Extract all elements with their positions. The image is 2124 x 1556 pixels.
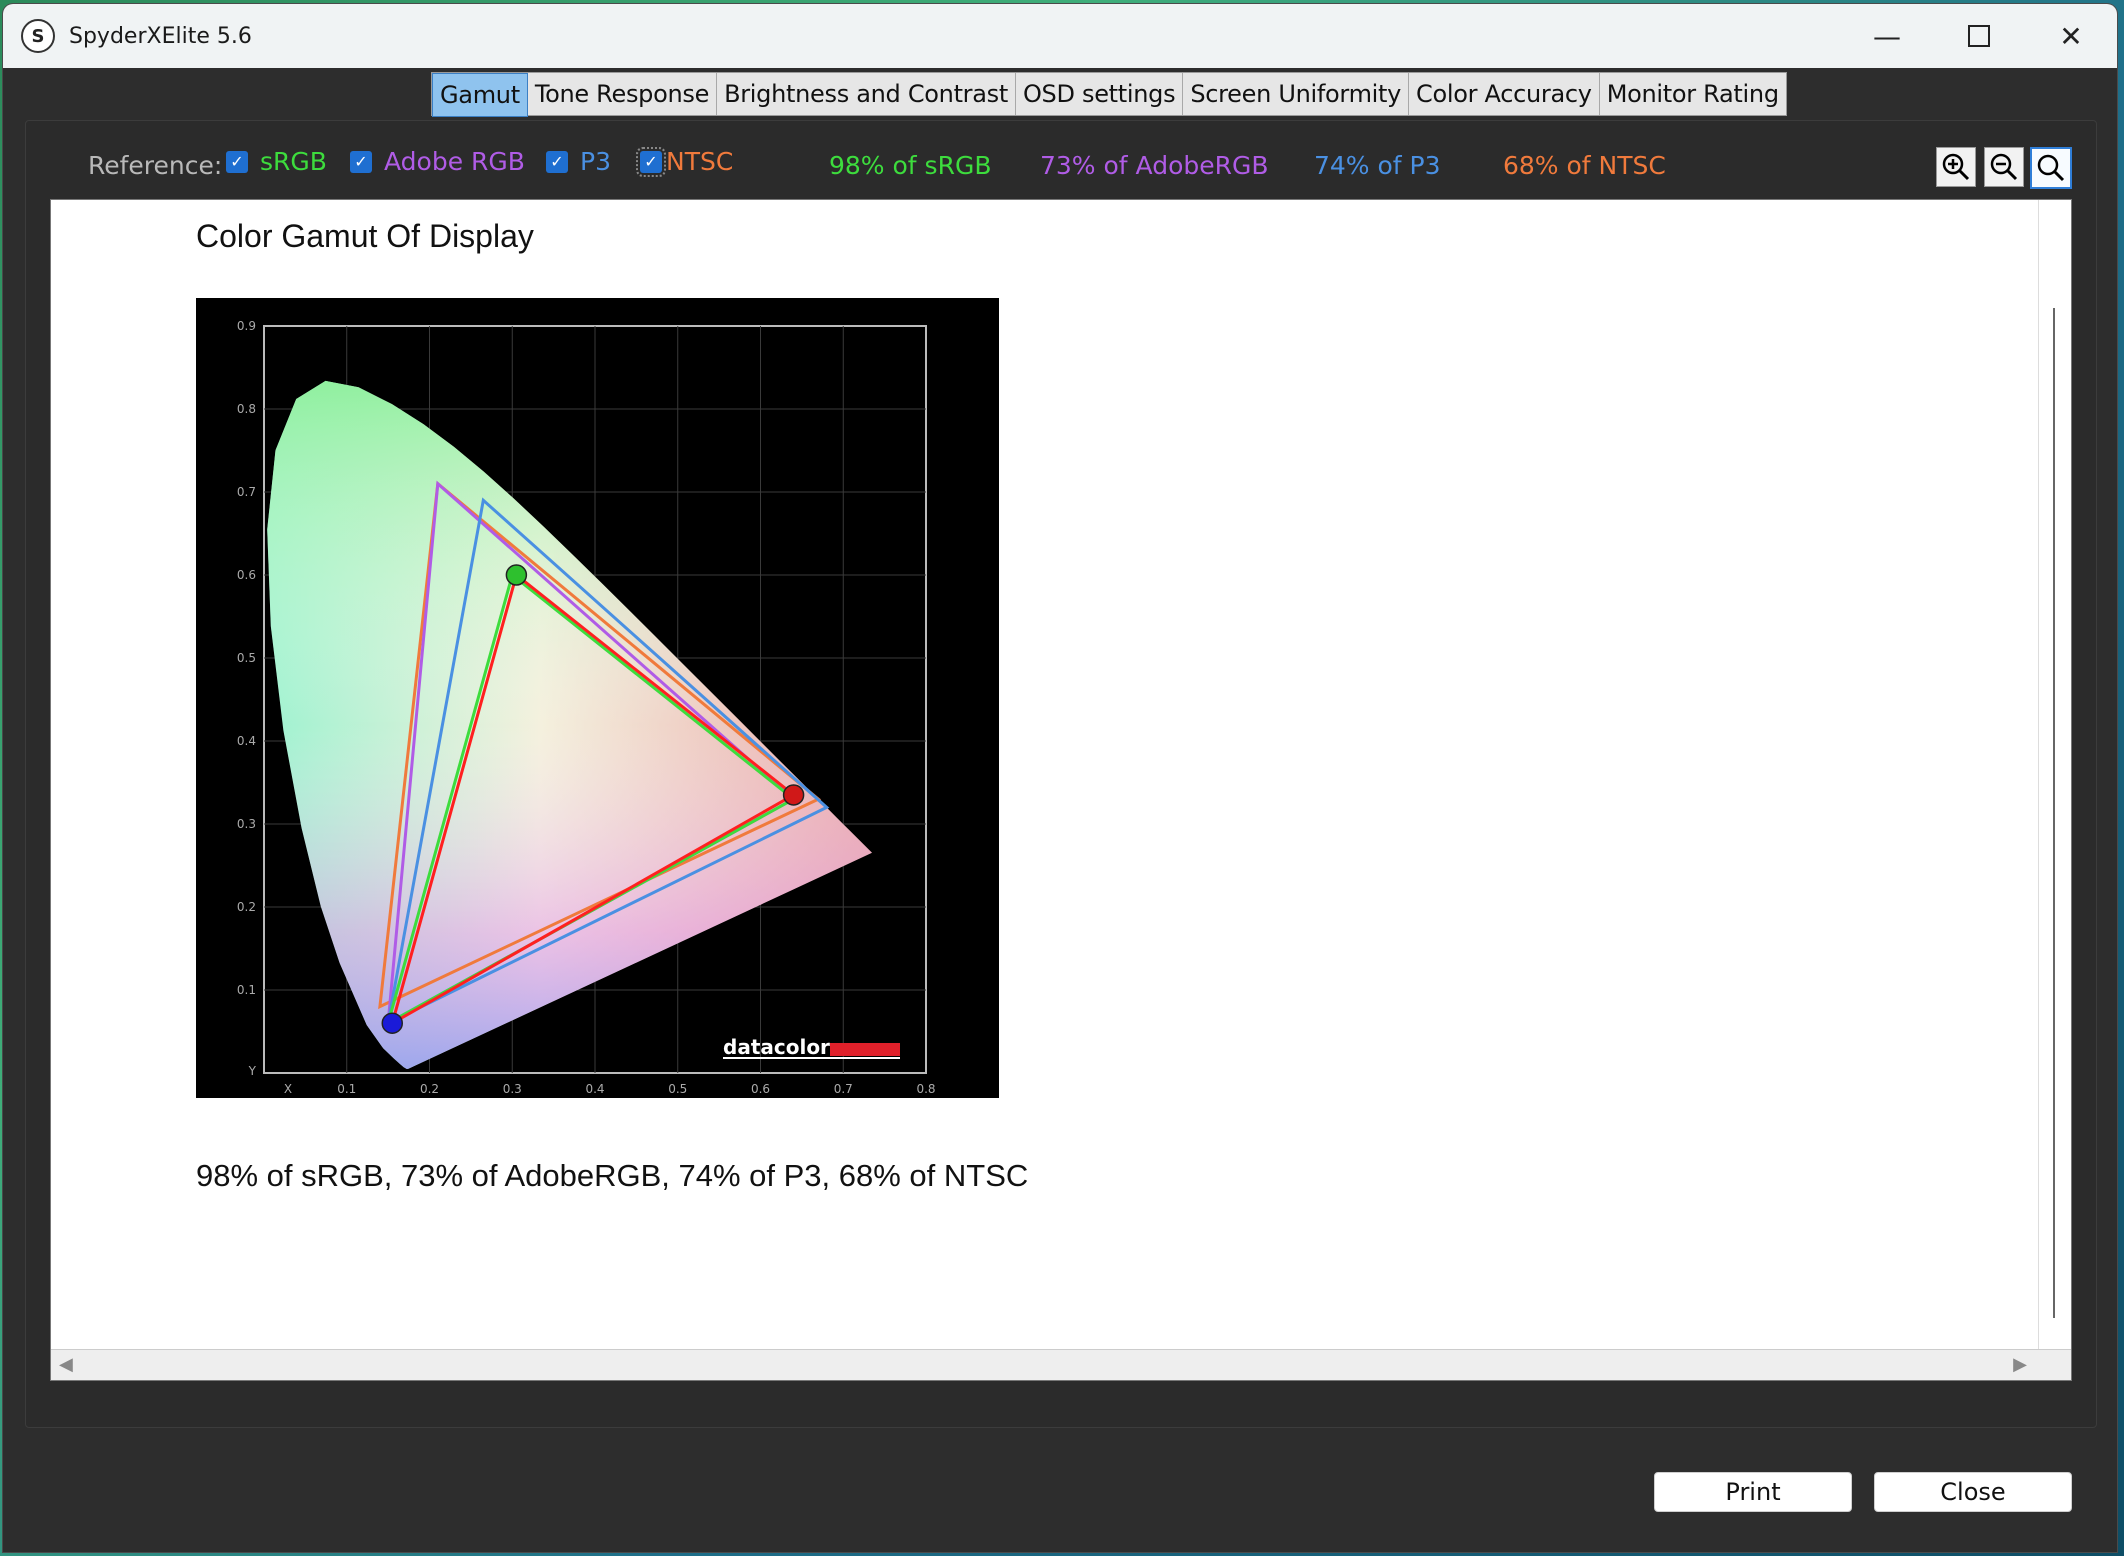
gamut-title: Color Gamut Of Display xyxy=(196,218,534,254)
primary-marker xyxy=(505,564,528,586)
window-title: SpyderXElite 5.6 xyxy=(69,23,252,49)
close-window-button[interactable]: ✕ xyxy=(2025,4,2117,68)
reference-label: Reference: xyxy=(88,151,223,180)
maximize-icon xyxy=(1968,25,1990,47)
minimize-icon: — xyxy=(1873,19,1901,53)
vertical-scroll-thumb[interactable] xyxy=(2053,308,2055,1318)
ref-p3-checkbox[interactable]: ✓ P3 xyxy=(546,147,611,176)
tab-monitor-rating[interactable]: Monitor Rating xyxy=(1600,73,1786,115)
maximize-button[interactable] xyxy=(1933,4,2025,68)
y-tick-label: 0.6 xyxy=(237,568,256,582)
gamut-chart: X 0.1 0.2 0.3 0.4 0.5 0.6 0.7 0.8 Y 0.1 0.2 0.3 0.4 0.… xyxy=(196,298,999,1098)
report-view[interactable]: Color Gamut Of Display X 0.1 0.2 0.3 0.4… xyxy=(50,199,2072,1381)
y-tick-label: 0.7 xyxy=(237,485,256,499)
close-icon: ✕ xyxy=(2059,19,2083,53)
ref-adobergb-label: Adobe RGB xyxy=(384,147,525,176)
checkbox-checked-icon: ✓ xyxy=(546,150,568,173)
primary-marker xyxy=(782,784,805,806)
primary-marker xyxy=(381,1012,404,1034)
x-tick-label: 0.8 xyxy=(916,1082,935,1096)
ref-ntsc-checkbox[interactable]: ✓ NTSC xyxy=(636,146,734,177)
gamut-panel: Reference: ✓ sRGB ✓ Adobe RGB ✓ P3 ✓ NTS… xyxy=(25,120,2097,1428)
minimize-button[interactable]: — xyxy=(1841,4,1933,68)
zoom-in-icon xyxy=(1942,153,1970,181)
vertical-scrollbar[interactable] xyxy=(2038,200,2069,1350)
tab-screen-uniformity[interactable]: Screen Uniformity xyxy=(1183,73,1410,115)
ref-srgb-checkbox[interactable]: ✓ sRGB xyxy=(226,147,327,176)
y-tick-label: 0.9 xyxy=(237,319,256,333)
scroll-left-arrow-icon[interactable]: ◀ xyxy=(59,1354,73,1375)
ref-ntsc-label: NTSC xyxy=(666,147,734,176)
x-tick-label: 0.7 xyxy=(834,1082,853,1096)
title-bar[interactable]: S SpyderXElite 5.6 — ✕ xyxy=(3,4,2117,68)
tab-osd-settings[interactable]: OSD settings xyxy=(1016,73,1184,115)
spectral-locus-overlay xyxy=(267,380,872,1069)
y-tick-label: 0.3 xyxy=(237,817,256,831)
ref-p3-label: P3 xyxy=(580,147,611,176)
x-tick-label: X xyxy=(284,1082,292,1096)
zoom-fit-button[interactable] xyxy=(2030,147,2072,189)
y-tick-label: 0.8 xyxy=(237,402,256,416)
zoom-in-button[interactable] xyxy=(1936,147,1976,187)
app-logo-icon: S xyxy=(21,19,55,53)
datacolor-logo-bar xyxy=(830,1043,900,1056)
tab-brightness-contrast[interactable]: Brightness and Contrast xyxy=(717,73,1016,115)
y-tick-label: 0.4 xyxy=(237,734,256,748)
srgb-percent: 98% of sRGB xyxy=(829,151,992,180)
y-tick-label: 0.5 xyxy=(237,651,256,665)
zoom-out-button[interactable] xyxy=(1984,147,2024,187)
tab-color-accuracy[interactable]: Color Accuracy xyxy=(1409,73,1600,115)
checkbox-checked-icon: ✓ xyxy=(636,146,666,177)
ref-srgb-label: sRGB xyxy=(260,147,327,176)
reference-bar: Reference: ✓ sRGB ✓ Adobe RGB ✓ P3 ✓ NTS… xyxy=(26,141,2096,189)
app-window: S SpyderXElite 5.6 — ✕ Gamut Tone Respon… xyxy=(3,4,2117,1552)
tab-gamut[interactable]: Gamut xyxy=(432,73,528,117)
p3-percent: 74% of P3 xyxy=(1314,151,1441,180)
cie-diagram: X 0.1 0.2 0.3 0.4 0.5 0.6 0.7 0.8 Y 0.1 0.2 0.3 0.4 0.… xyxy=(237,319,936,1096)
ref-adobergb-checkbox[interactable]: ✓ Adobe RGB xyxy=(350,147,525,176)
tab-bar: Gamut Tone Response Brightness and Contr… xyxy=(431,72,1787,117)
ntsc-percent: 68% of NTSC xyxy=(1503,151,1666,180)
datacolor-logo: datacolor xyxy=(723,1035,830,1059)
tab-tone-response[interactable]: Tone Response xyxy=(528,73,718,115)
y-tick-label: 0.1 xyxy=(237,983,256,997)
x-tick-label: 0.3 xyxy=(503,1082,522,1096)
gamut-summary: 98% of sRGB, 73% of AdobeRGB, 74% of P3,… xyxy=(196,1158,1029,1193)
scroll-right-arrow-icon[interactable]: ▶ xyxy=(2013,1354,2027,1375)
x-tick-label: 0.5 xyxy=(668,1082,687,1096)
adobergb-percent: 73% of AdobeRGB xyxy=(1040,151,1269,180)
print-button[interactable]: Print xyxy=(1654,1472,1852,1512)
checkbox-checked-icon: ✓ xyxy=(226,150,248,173)
x-tick-label: 0.6 xyxy=(751,1082,770,1096)
x-tick-label: 0.1 xyxy=(337,1082,356,1096)
zoom-out-icon xyxy=(1990,153,2018,181)
x-tick-label: 0.4 xyxy=(585,1082,604,1096)
y-tick-label: 0.2 xyxy=(237,900,256,914)
horizontal-scrollbar[interactable]: ◀ ▶ xyxy=(51,1349,2071,1380)
y-tick-label: Y xyxy=(248,1064,257,1078)
zoom-fit-icon xyxy=(2037,154,2065,182)
x-tick-label: 0.2 xyxy=(420,1082,439,1096)
close-button[interactable]: Close xyxy=(1874,1472,2072,1512)
checkbox-checked-icon: ✓ xyxy=(350,150,372,173)
